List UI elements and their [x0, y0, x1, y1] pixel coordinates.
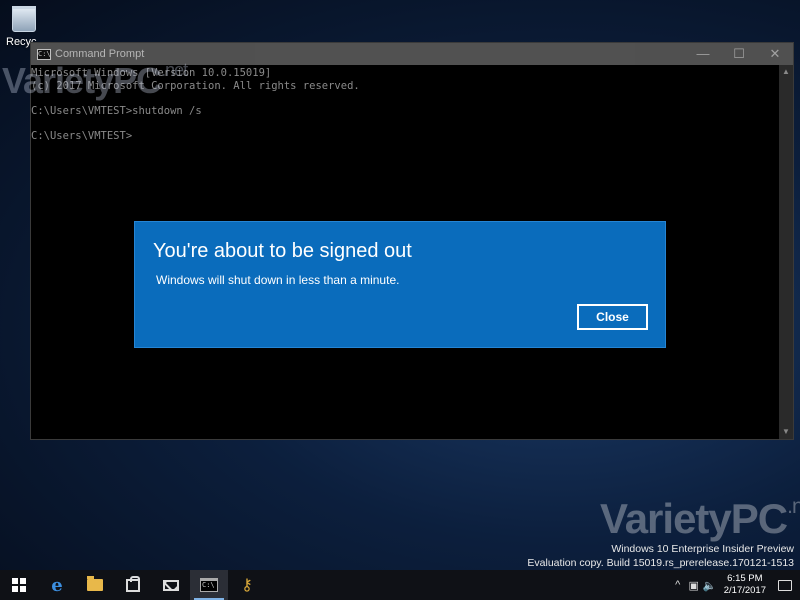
taskbar: e C:\ ⚷ ^ ▣ 🔈 6:15 PM 2/17/2017	[0, 570, 800, 600]
taskbar-file-explorer[interactable]	[76, 570, 114, 600]
folder-icon	[87, 576, 103, 591]
taskbar-store[interactable]	[114, 570, 152, 600]
taskbar-edge[interactable]: e	[38, 570, 76, 600]
dialog-message: Windows will shut down in less than a mi…	[156, 273, 400, 287]
build-edition: Windows 10 Enterprise Insider Preview	[611, 543, 794, 555]
chevron-up-icon[interactable]: ^	[670, 579, 686, 591]
signout-dialog: You're about to be signed out Windows wi…	[134, 221, 666, 348]
clock[interactable]: 6:15 PM 2/17/2017	[718, 573, 774, 597]
store-bag-icon	[126, 575, 140, 592]
maximize-button[interactable]: ☐	[721, 43, 757, 65]
taskbar-command-prompt[interactable]: C:\	[190, 570, 228, 600]
build-info: Windows 10 Enterprise Insider Preview Ev…	[527, 542, 794, 570]
keys-icon: ⚷	[241, 577, 253, 594]
command-prompt-icon: C:\	[37, 48, 51, 60]
system-tray: ^ ▣ 🔈 6:15 PM 2/17/2017	[670, 570, 800, 600]
recycle-bin-icon	[12, 6, 36, 32]
watermark-logo-bottom: VarietyPC.net	[600, 495, 800, 542]
scroll-down-arrow-icon[interactable]: ▼	[779, 425, 793, 439]
vertical-scrollbar[interactable]: ▲ ▼	[779, 65, 793, 439]
window-controls: — ☐ ✕	[685, 43, 793, 65]
taskbar-mail[interactable]	[152, 570, 190, 600]
action-center-icon[interactable]	[778, 579, 792, 591]
console-line: C:\Users\VMTEST>	[31, 129, 133, 142]
scroll-up-arrow-icon[interactable]: ▲	[779, 65, 793, 79]
start-button[interactable]	[0, 570, 38, 600]
windows-logo-icon	[12, 578, 26, 592]
clock-time: 6:15 PM	[727, 573, 763, 584]
close-window-button[interactable]: ✕	[757, 43, 793, 65]
dialog-title: You're about to be signed out	[153, 240, 412, 262]
clock-date: 2/17/2017	[723, 585, 766, 596]
network-disconnected-icon[interactable]: ▣	[686, 579, 702, 592]
watermark-logo-top: VarietyPC.net	[2, 60, 188, 101]
volume-icon[interactable]: 🔈	[702, 579, 718, 592]
console-line: C:\Users\VMTEST>shutdown /s	[31, 104, 202, 117]
minimize-button[interactable]: —	[685, 43, 721, 65]
mail-envelope-icon	[163, 579, 179, 591]
edge-icon: e	[51, 574, 63, 596]
close-button[interactable]: Close	[576, 303, 649, 331]
command-prompt-icon: C:\	[200, 578, 218, 592]
window-title: Command Prompt	[55, 48, 145, 60]
build-number: Evaluation copy. Build 15019.rs_prerelea…	[527, 557, 794, 569]
taskbar-keys[interactable]: ⚷	[228, 570, 266, 600]
